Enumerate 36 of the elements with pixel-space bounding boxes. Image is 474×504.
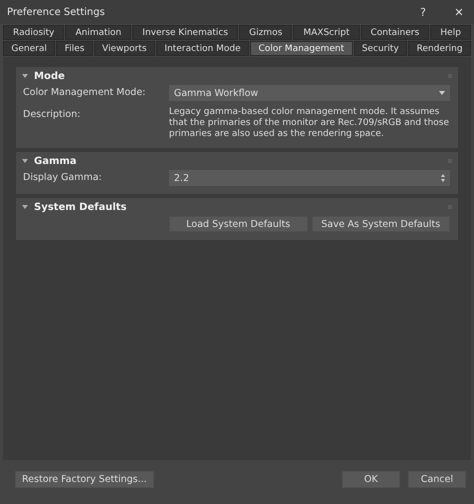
dropdown-arrow-icon: [439, 91, 445, 95]
defaults-button[interactable]: Load System Defaults: [169, 216, 308, 232]
field-label: Display Gamma:: [23, 171, 103, 185]
tab[interactable]: Inverse Kinematics: [132, 25, 238, 40]
collapse-icon[interactable]: [22, 73, 28, 79]
field-label: Color Management Mode:: [23, 86, 147, 100]
spinner-field[interactable]: 2.2: [169, 170, 450, 186]
field-label: Description:: [23, 108, 82, 122]
tab[interactable]: MAXScript: [293, 25, 360, 40]
description-text: Legacy gamma-based color management mode. It assumes that the primaries of the monitor are Rec.709/sRGB and those primaries are also used as the rendering space.: [169, 107, 450, 140]
tab[interactable]: Color Management: [250, 41, 352, 56]
tab[interactable]: Files: [56, 41, 93, 56]
tab[interactable]: Radiosity: [3, 25, 64, 40]
help-button[interactable]: ?: [416, 6, 430, 18]
tab[interactable]: Rendering: [408, 41, 471, 56]
section-title: System Defaults: [34, 202, 128, 212]
section-title: Mode: [34, 70, 66, 82]
spinner-arrows-icon: [441, 174, 445, 182]
defaults-button[interactable]: Save As System Defaults: [312, 216, 450, 232]
collapse-icon[interactable]: [22, 158, 28, 164]
tab[interactable]: General: [3, 41, 56, 56]
tab[interactable]: Viewports: [94, 41, 156, 56]
dropdown[interactable]: Gamma Workflow: [169, 85, 450, 101]
tab[interactable]: Help: [430, 25, 471, 40]
close-button[interactable]: ✕: [452, 6, 466, 18]
dialog-button[interactable]: Cancel: [408, 470, 466, 488]
section-title: Gamma: [34, 156, 78, 166]
collapse-icon[interactable]: [22, 204, 28, 210]
restore-factory-settings-button[interactable]: Restore Factory Settings...: [15, 470, 154, 488]
window-title: Preference Settings: [7, 6, 106, 18]
tab[interactable]: Animation: [65, 25, 132, 40]
tab[interactable]: Containers: [360, 25, 430, 40]
dialog-button[interactable]: OK: [342, 470, 400, 488]
tab[interactable]: Interaction Mode: [156, 41, 250, 56]
tab[interactable]: Gizmos: [239, 25, 292, 40]
tab[interactable]: Security: [354, 41, 408, 56]
